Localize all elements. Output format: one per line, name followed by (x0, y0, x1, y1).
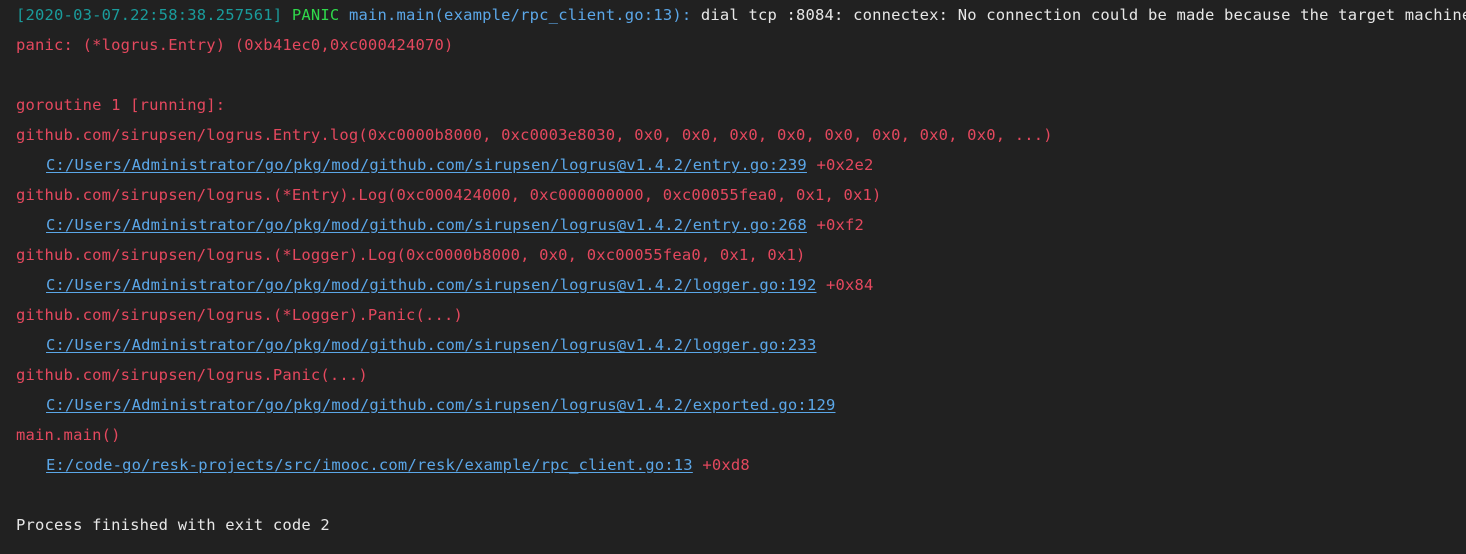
frame-offset-text: +0xf2 (816, 216, 865, 234)
panic-value-line: panic: (*logrus.Entry) (0xb41ec0,0xc0004… (0, 30, 1466, 60)
frame-file-link[interactable]: E:/code-go/resk-projects/src/imooc.com/r… (46, 456, 693, 474)
panic-value-text: panic: (*logrus.Entry) (0xb41ec0,0xc0004… (16, 36, 454, 54)
frame-function-text: github.com/sirupsen/logrus.(*Logger).Log… (16, 246, 806, 264)
log-level-badge: PANIC (291, 6, 340, 24)
goroutine-header-line: goroutine 1 [running]: (0, 90, 1466, 120)
frame-offset-text: +0x84 (825, 276, 874, 294)
frame-file-link[interactable]: C:/Users/Administrator/go/pkg/mod/github… (46, 276, 816, 294)
frame-function-text: github.com/sirupsen/logrus.(*Entry).Log(… (16, 186, 882, 204)
process-exit-text: Process finished with exit code 2 (16, 516, 330, 534)
stack-frame-location: C:/Users/Administrator/go/pkg/mod/github… (0, 210, 1466, 240)
stack-frame-function: main.main() (0, 420, 1466, 450)
stack-frame-function: github.com/sirupsen/logrus.Entry.log(0xc… (0, 120, 1466, 150)
frame-offset-text: +0x2e2 (816, 156, 874, 174)
stack-frame-location: C:/Users/Administrator/go/pkg/mod/github… (0, 330, 1466, 360)
process-exit-line: Process finished with exit code 2 (0, 510, 1466, 540)
frame-function-text: github.com/sirupsen/logrus.(*Logger).Pan… (16, 306, 464, 324)
stack-frame-function: github.com/sirupsen/logrus.(*Logger).Pan… (0, 300, 1466, 330)
frame-offset-text: +0xd8 (702, 456, 750, 474)
goroutine-header-text: goroutine 1 [running]: (16, 96, 226, 114)
stack-frame-location: C:/Users/Administrator/go/pkg/mod/github… (0, 390, 1466, 420)
frame-function-text: github.com/sirupsen/logrus.Panic(...) (16, 366, 368, 384)
frame-function-text: github.com/sirupsen/logrus.Entry.log(0xc… (16, 126, 1053, 144)
frame-file-link[interactable]: C:/Users/Administrator/go/pkg/mod/github… (46, 336, 816, 354)
log-space-2 (339, 6, 349, 24)
log-source-location[interactable]: main.main(example/rpc_client.go:13): (349, 6, 691, 24)
frame-offset-space (816, 276, 826, 294)
stack-frame-function: github.com/sirupsen/logrus.Panic(...) (0, 360, 1466, 390)
frame-file-link[interactable]: C:/Users/Administrator/go/pkg/mod/github… (46, 156, 807, 174)
stack-frame-function: github.com/sirupsen/logrus.(*Logger).Log… (0, 240, 1466, 270)
frame-function-text: main.main() (16, 426, 121, 444)
frame-offset-space (693, 456, 703, 474)
stack-frame-location: E:/code-go/resk-projects/src/imooc.com/r… (0, 450, 1466, 480)
frame-file-link[interactable]: C:/Users/Administrator/go/pkg/mod/github… (46, 396, 835, 414)
console-output-panel[interactable]: [2020-03-07.22:58:38.257561] PANIC main.… (0, 0, 1466, 554)
stack-frame-location: C:/Users/Administrator/go/pkg/mod/github… (0, 270, 1466, 300)
stack-frame-function: github.com/sirupsen/logrus.(*Entry).Log(… (0, 180, 1466, 210)
log-space-3 (691, 6, 701, 24)
frame-file-link[interactable]: C:/Users/Administrator/go/pkg/mod/github… (46, 216, 807, 234)
log-line-panic: [2020-03-07.22:58:38.257561] PANIC main.… (0, 0, 1466, 30)
stack-frame-location: C:/Users/Administrator/go/pkg/mod/github… (0, 150, 1466, 180)
log-message: dial tcp :8084: connectex: No connection… (700, 6, 1466, 24)
log-timestamp: [2020-03-07.22:58:38.257561] (16, 6, 283, 24)
log-space-1 (282, 6, 292, 24)
